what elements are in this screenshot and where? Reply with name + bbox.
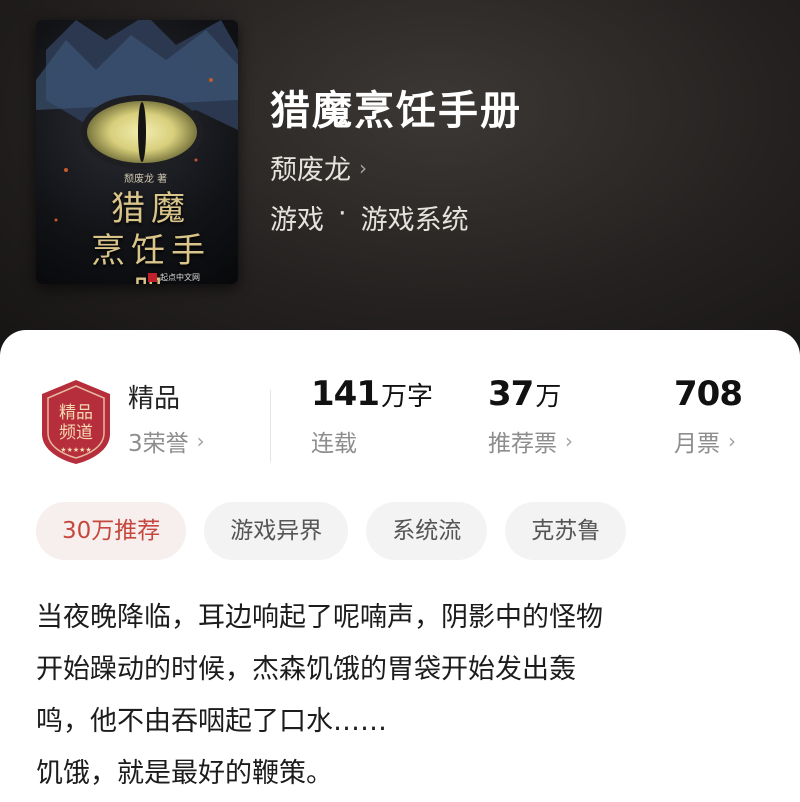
cover-title: 猎魔 烹饪手册 xyxy=(76,188,226,284)
honors-link[interactable]: 3荣誉 › xyxy=(128,424,205,458)
svg-text:★★★★★: ★★★★★ xyxy=(60,446,91,454)
badge-text-1: 精品 xyxy=(59,403,93,423)
badge-text-2: 频道 xyxy=(59,423,93,443)
divider xyxy=(270,390,271,462)
description-line: 当夜晚降临，耳边响起了呢喃声，阴影中的怪物 xyxy=(36,602,603,633)
cover-author: 颓废龙 著 xyxy=(124,174,168,185)
genre-row: 游戏 · 游戏系统 xyxy=(270,198,469,237)
chevron-right-icon: › xyxy=(565,429,573,453)
serial-status: 连载 xyxy=(311,431,357,457)
description-line: 鸣，他不由吞咽起了口水…… xyxy=(36,706,387,737)
tag-system[interactable]: 系统流 xyxy=(366,502,488,560)
author-link[interactable]: 颓废龙 › xyxy=(270,148,367,187)
genre[interactable]: 游戏 xyxy=(270,198,324,237)
recommend-value: 37 xyxy=(488,374,534,414)
genre-separator: · xyxy=(338,198,347,229)
monthly-ticket-value: 708 xyxy=(674,374,743,414)
cover-publisher: 起点中文网 xyxy=(148,272,200,283)
word-count-stat: 141万字 连载 xyxy=(311,374,433,458)
book-title: 猎魔烹饪手册 xyxy=(270,88,522,134)
rank-label: 精品 xyxy=(128,384,181,414)
author-name: 颓废龙 xyxy=(270,155,351,186)
book-description[interactable]: 当夜晚降临，耳边响起了呢喃声，阴影中的怪物 开始躁动的时候，杰森饥饿的胃袋开始发… xyxy=(36,592,766,800)
book-header: 颓废龙 著 猎魔 烹饪手册 起点中文网 猎魔烹饪手册 颓废龙 › 游戏 · 游戏… xyxy=(0,0,800,360)
tag-game-world[interactable]: 游戏异界 xyxy=(204,502,349,560)
honors-count: 3荣誉 xyxy=(128,431,189,457)
description-line: 饥饿，就是最好的鞭策。 xyxy=(36,758,333,789)
cover-title-line-1: 猎魔 xyxy=(111,189,191,229)
quality-badge-icon[interactable]: 精品 频道 ★★★★★ xyxy=(36,378,116,466)
recommend-stat[interactable]: 37万 推荐票 › xyxy=(488,374,573,458)
chevron-right-icon: › xyxy=(196,429,205,453)
publisher-name: 起点中文网 xyxy=(160,273,200,282)
description-line: 开始躁动的时候，杰森饥饿的胃袋开始发出轰 xyxy=(36,654,576,685)
chevron-right-icon: › xyxy=(359,155,367,180)
book-info-card: 精品 频道 ★★★★★ 精品 3荣誉 › 141万字 连载 37万 推荐票 › 7… xyxy=(0,330,800,802)
tag-list: 30万推荐 游戏异界 系统流 克苏鲁 xyxy=(36,502,627,560)
tag-recommend[interactable]: 30万推荐 xyxy=(36,502,187,560)
publisher-logo-icon xyxy=(148,273,157,282)
monthly-ticket-stat[interactable]: 708 月票 › xyxy=(674,374,743,458)
tag-cthulhu[interactable]: 克苏鲁 xyxy=(505,502,627,560)
monthly-ticket-label: 月票 xyxy=(674,431,720,457)
book-cover[interactable]: 颓废龙 著 猎魔 烹饪手册 起点中文网 xyxy=(36,20,238,284)
word-count-value: 141 xyxy=(311,374,380,414)
chevron-right-icon: › xyxy=(728,429,736,453)
recommend-unit: 万 xyxy=(535,382,562,412)
subgenre[interactable]: 游戏系统 xyxy=(361,198,469,237)
recommend-label: 推荐票 xyxy=(488,431,557,457)
word-count-unit: 万字 xyxy=(380,382,433,412)
